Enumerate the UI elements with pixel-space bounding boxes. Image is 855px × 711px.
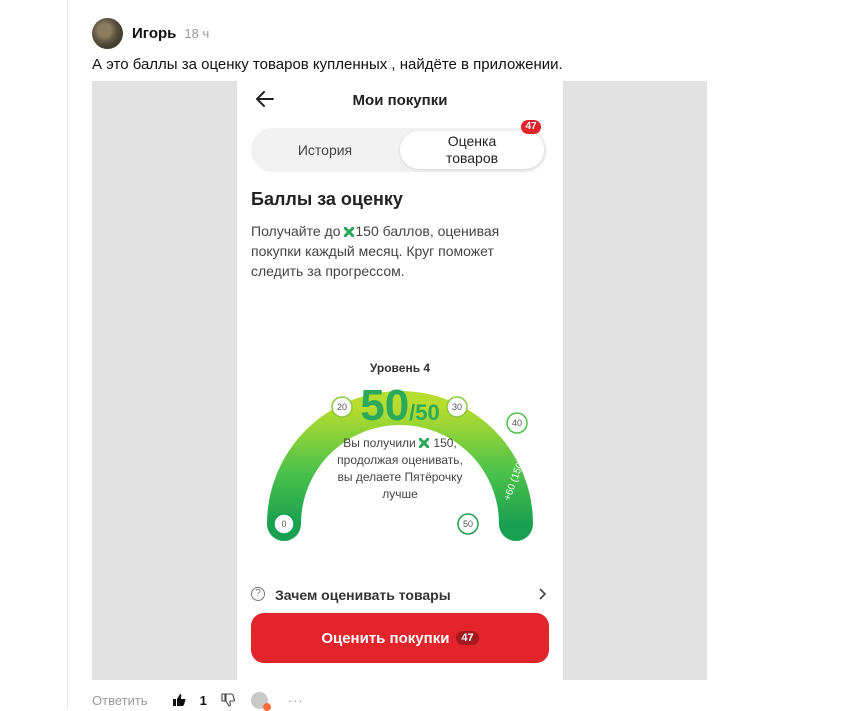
gauge-level: Уровень 4 [369, 361, 431, 375]
reply-button[interactable]: Ответить [92, 693, 148, 708]
why-rate-link[interactable]: ? Зачем оценивать товары [251, 585, 547, 605]
tab-count-badge: 47 [521, 120, 541, 134]
message-line1-a: Вы получили [343, 436, 420, 450]
why-rate-label: Зачем оценивать товары [275, 587, 451, 603]
points-icon [419, 438, 430, 448]
like-count: 1 [199, 692, 207, 708]
comment-header: Игорь 18 ч [92, 17, 209, 49]
avatar[interactable] [92, 17, 123, 49]
chevron-right-icon [539, 588, 547, 600]
page-title: Мои покупки [352, 92, 448, 109]
score-value: 50 [360, 381, 410, 430]
tick-50: 50 [463, 519, 473, 529]
app-screen: Мои покупки История Оценка товаров 47 Ба… [237, 81, 563, 680]
section-description: Получайте до 150 баллов, оценивая покупк… [251, 221, 547, 281]
author-name[interactable]: Игорь [132, 25, 176, 42]
reactions-avatar[interactable] [250, 691, 271, 711]
attached-screenshot[interactable]: Мои покупки История Оценка товаров 47 Ба… [92, 81, 707, 680]
points-icon [344, 227, 355, 237]
comment-text: А это баллы за оценку товаров купленных … [92, 56, 563, 73]
question-icon: ? [251, 587, 265, 601]
message-line4: лучше [382, 487, 418, 501]
thumbs-down-icon[interactable] [221, 693, 235, 707]
app-topbar: Мои покупки [237, 81, 563, 119]
score-max: /50 [409, 400, 440, 425]
thread-line [67, 0, 68, 709]
message-line2: продолжая оценивать, [337, 453, 463, 467]
rate-purchases-count: 47 [456, 631, 479, 645]
tab-rate-products[interactable]: Оценка товаров [400, 131, 544, 169]
gauge-message: Вы получили 150, продолжая оценивать, вы… [237, 435, 563, 503]
thumbs-up-icon[interactable] [172, 693, 186, 707]
desc-part-1: Получайте до [251, 223, 345, 239]
comment-actions: Ответить 1 ··· [92, 690, 304, 711]
section-heading: Баллы за оценку [251, 189, 403, 209]
comment-time: 18 ч [184, 25, 210, 41]
tab-history[interactable]: История [254, 131, 396, 169]
tab-rate-label: Оценка товаров [445, 133, 499, 166]
arc-label-2: +20 (60) [390, 318, 428, 329]
more-options-icon[interactable]: ··· [288, 693, 304, 708]
gauge-score: 50/50 [237, 381, 563, 431]
rate-purchases-button[interactable]: Оценить покупки 47 [251, 613, 549, 663]
rate-purchases-label: Оценить покупки [321, 629, 450, 647]
message-line1-b: 150, [430, 436, 457, 450]
tab-bar: История Оценка товаров [251, 128, 547, 172]
tick-0: 0 [281, 519, 286, 529]
message-line3: вы делаете Пятёрочку [337, 470, 463, 484]
